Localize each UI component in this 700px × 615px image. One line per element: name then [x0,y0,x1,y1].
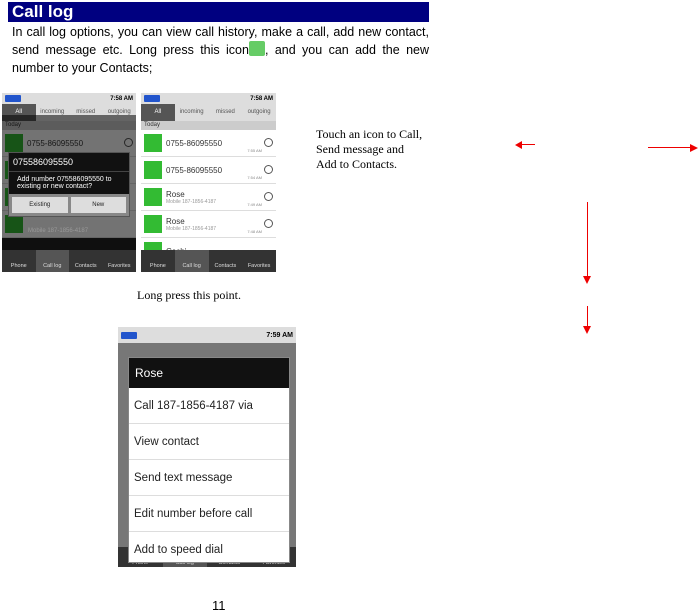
arrowhead-down-icon [583,276,591,284]
entry-name: Rose [166,216,185,226]
menu-item-speed-dial[interactable]: Add to speed dial [129,532,289,567]
arrowhead-left-icon [515,141,522,149]
menu-title: Rose [129,358,289,388]
arrow-left-icon [520,144,535,145]
dialog-message: Add number 075586095550 to existing or n… [17,176,112,190]
clock: 7:59 AM [266,331,293,339]
bottom-nav: Phone Call log Contacts Favorites [2,250,136,272]
signal-icon [121,331,137,339]
status-bar: 7:58 AM [141,93,276,104]
entry-time: 7:55 AM [247,148,262,153]
signal-icon [5,95,21,102]
tab-all[interactable]: All [141,104,175,121]
caption-touch-icon: Touch an icon to Call, Send message and … [316,127,423,171]
contact-icon[interactable] [144,134,162,152]
entry-time: 7:49 AM [247,202,262,207]
arrowhead-down-2-icon [583,326,591,334]
nav-favorites[interactable]: Favorites [103,250,137,272]
menu-item-view-contact[interactable]: View contact [129,424,289,460]
status-bar: 7:59 AM [118,327,296,343]
new-button[interactable]: New [70,197,126,213]
entry-name: Rose [166,189,185,199]
clock: 7:58 AM [110,95,133,102]
arrowhead-right-icon [690,144,698,152]
nav-favorites[interactable]: Favorites [242,250,276,272]
list-item[interactable]: Rose Mobile 187-1856-4187 7:48 AM [141,211,276,238]
nav-call-log[interactable]: Call log [174,250,209,272]
call-icon[interactable] [264,219,273,228]
clock: 7:58 AM [250,95,273,102]
entry-time: 7:48 AM [247,229,262,234]
list-item[interactable]: Rose Mobile 187-1856-4187 7:49 AM [141,184,276,211]
menu-item-call[interactable]: Call 187-1856-4187 via [129,388,289,424]
contact-icon[interactable] [144,188,162,206]
entry-time: 7:54 AM [247,175,262,180]
entry-sub: Mobile 187-1856-4187 [166,225,217,232]
arrow-down-icon [587,202,588,278]
tab-outgoing[interactable]: outgoing [242,104,276,121]
today-header: Today [141,121,276,130]
context-menu: Rose Call 187-1856-4187 via View contact… [128,357,290,563]
add-contact-dialog: 075586095550 Add number 075586095550 to … [8,152,130,217]
section-title: Call log [8,2,429,22]
phone-screenshot-call-log: 7:58 AM All incoming missed outgoing Today … [141,93,276,272]
contact-icon [248,41,265,56]
entry-sub: Mobile 187-1856-4187 [166,198,217,205]
nav-phone[interactable]: Phone [2,250,36,272]
list-item[interactable]: 0755-86095550 7:55 AM [141,130,276,157]
entry-sub: Mobile 187-1856-4187 [28,228,89,234]
dialog-title: 075586095550 [9,153,129,172]
nav-contacts[interactable]: Contacts [209,250,243,272]
arrow-down-2-icon [587,306,588,328]
nav-contacts[interactable]: Contacts [69,250,103,272]
list-item[interactable]: 0755-86095550 7:54 AM [141,157,276,184]
intro-paragraph: In call log options, you can view call h… [12,23,429,77]
menu-item-send-text[interactable]: Send text message [129,460,289,496]
phone-screenshot-add-contact-dialog: 7:58 AM Allincomingmissedoutgoing Today … [2,93,136,272]
call-icon[interactable] [264,192,273,201]
call-log-tabs: All incoming missed outgoing [141,104,276,121]
page-number: 11 [212,598,226,613]
arrow-right-icon [648,147,692,148]
entry-name: 0755-86095550 [166,165,223,175]
tab-missed[interactable]: missed [209,104,243,121]
status-bar: 7:58 AM [2,93,136,104]
existing-button[interactable]: Existing [12,197,68,213]
nav-call-log[interactable]: Call log [35,250,69,272]
phone-screenshot-context-menu: 7:59 AM Phone Call log Contacts Favorites R… [118,327,296,567]
tab-incoming[interactable]: incoming [175,104,209,121]
call-icon[interactable] [264,138,273,147]
signal-icon [144,95,160,102]
entry-name: 0755-86095550 [166,138,223,148]
caption-long-press: Long press this point. [137,288,241,302]
call-icon[interactable] [264,165,273,174]
bottom-nav: Phone Call log Contacts Favorites [141,250,276,272]
nav-phone[interactable]: Phone [141,250,175,272]
contact-icon[interactable] [144,215,162,233]
menu-item-edit-number[interactable]: Edit number before call [129,496,289,532]
contact-icon[interactable] [144,161,162,179]
